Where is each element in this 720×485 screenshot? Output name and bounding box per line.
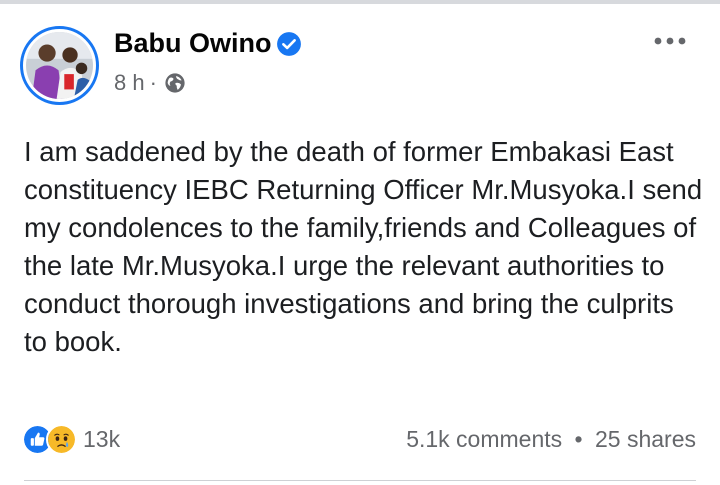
verified-badge-icon: [277, 32, 301, 56]
author-name[interactable]: Babu Owino: [114, 28, 272, 59]
shares-count-link[interactable]: 25 shares: [595, 426, 696, 452]
comments-count-link[interactable]: 5.1k comments: [406, 426, 562, 452]
top-divider: [0, 0, 720, 4]
reactions-summary[interactable]: 13k: [22, 424, 120, 455]
reaction-count: 13k: [83, 426, 121, 452]
meta-separator: ·: [149, 70, 157, 95]
bottom-divider: [24, 480, 696, 481]
sad-reaction-icon: [46, 424, 77, 455]
post-meta: 8 h ·: [114, 70, 186, 96]
more-options-icon[interactable]: [652, 34, 688, 48]
stats-separator: •: [574, 426, 583, 452]
engagement-stats: 5.1k comments • 25 shares: [406, 426, 696, 453]
post-timestamp[interactable]: 8 h: [114, 70, 145, 96]
author-avatar[interactable]: [20, 26, 99, 105]
globe-icon[interactable]: [164, 72, 186, 94]
avatar-photo: [26, 32, 93, 99]
post-body-text: I am saddened by the death of former Emb…: [24, 136, 703, 357]
